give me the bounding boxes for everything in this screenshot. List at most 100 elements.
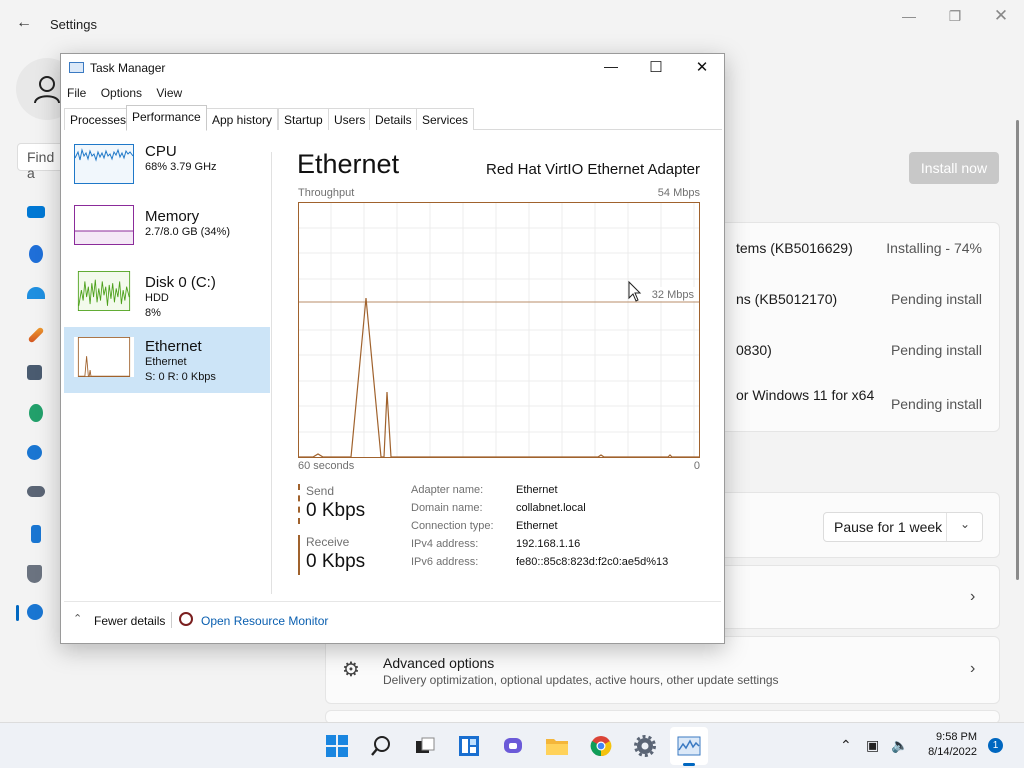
mid-scale-label: 32 Mbps bbox=[652, 289, 695, 301]
file-explorer-icon[interactable] bbox=[545, 734, 569, 758]
pause-updates-dropdown[interactable]: Pause for 1 week ⌄ bbox=[823, 512, 983, 542]
restore-icon[interactable]: ❐ bbox=[945, 8, 965, 25]
maximize-icon[interactable]: ☐ bbox=[641, 58, 671, 76]
clock[interactable]: 9:58 PM 8/14/2022 bbox=[928, 730, 977, 760]
receive-value: 0 Kbps bbox=[306, 551, 366, 572]
pause-updates-label: Pause for 1 week bbox=[834, 519, 943, 535]
perf-item-memory[interactable]: Memory 2.7/8.0 GB (34%) bbox=[64, 192, 270, 258]
gaming-icon[interactable] bbox=[27, 486, 45, 497]
perf-item-name: CPU bbox=[145, 143, 177, 160]
scrollbar[interactable] bbox=[1016, 120, 1019, 580]
throughput-label: Throughput bbox=[298, 187, 355, 199]
nav-active-indicator bbox=[16, 605, 19, 621]
perf-item-cpu[interactable]: CPU 68% 3.79 GHz bbox=[64, 126, 270, 192]
time-language-icon[interactable] bbox=[27, 445, 42, 460]
volume-icon[interactable]: 🔈 bbox=[891, 737, 908, 754]
back-arrow-icon[interactable]: ← bbox=[16, 14, 32, 32]
info-key: Adapter name: bbox=[411, 484, 484, 496]
perf-item-detail: S: 0 R: 0 Kbps bbox=[145, 371, 216, 383]
update-name: 0830) bbox=[736, 342, 772, 358]
throughput-graph: 32 Mbps bbox=[298, 202, 700, 458]
network-status-icon[interactable]: ▣ bbox=[866, 737, 879, 754]
open-resource-monitor-link[interactable]: Open Resource Monitor bbox=[201, 614, 328, 628]
chat-icon[interactable] bbox=[501, 734, 525, 758]
notification-badge[interactable]: 1 bbox=[988, 738, 1003, 753]
adapter-description: Red Hat VirtIO Ethernet Adapter bbox=[485, 161, 700, 178]
info-key: Connection type: bbox=[411, 520, 494, 532]
info-value: Ethernet bbox=[516, 520, 558, 532]
receive-indicator bbox=[298, 535, 300, 575]
user-icon bbox=[34, 76, 60, 104]
receive-label: Receive bbox=[306, 535, 350, 549]
accounts-icon[interactable] bbox=[29, 404, 43, 422]
update-history-card[interactable] bbox=[700, 565, 1000, 629]
send-stat: Send 0 Kbps bbox=[298, 484, 398, 524]
info-value: 192.168.1.16 bbox=[516, 538, 581, 550]
personalization-icon[interactable] bbox=[27, 326, 45, 344]
receive-stat: Receive 0 Kbps bbox=[298, 535, 398, 575]
chevron-up-icon[interactable]: ⌃ bbox=[840, 737, 852, 754]
install-now-button[interactable]: Install now bbox=[909, 152, 999, 184]
close-icon[interactable]: ✕ bbox=[991, 6, 1011, 26]
network-icon[interactable] bbox=[27, 287, 45, 299]
widgets-icon[interactable] bbox=[457, 734, 481, 758]
menu-options[interactable]: Options bbox=[101, 86, 142, 100]
perf-item-detail: 68% 3.79 GHz bbox=[145, 161, 217, 173]
gears-icon: ⚙ bbox=[342, 659, 360, 681]
perf-item-ethernet[interactable]: Ethernet Ethernet S: 0 R: 0 Kbps bbox=[64, 327, 270, 393]
tab-users[interactable]: Users bbox=[328, 108, 372, 130]
menu-file[interactable]: File bbox=[67, 86, 86, 100]
minimize-icon[interactable]: — bbox=[899, 8, 919, 24]
chevron-up-icon[interactable]: ⌃ bbox=[73, 612, 82, 625]
detail-title: Ethernet bbox=[297, 149, 400, 179]
clock-time: 9:58 PM bbox=[936, 731, 977, 743]
footer-divider bbox=[64, 601, 721, 602]
info-value: collabnet.local bbox=[516, 502, 586, 514]
panel-divider bbox=[271, 152, 272, 594]
search-icon[interactable] bbox=[369, 734, 393, 758]
advanced-options-subtitle: Delivery optimization, optional updates,… bbox=[383, 673, 779, 687]
advanced-options-title: Advanced options bbox=[383, 655, 495, 671]
tab-performance[interactable]: Performance bbox=[126, 105, 207, 131]
update-status: Installing - 74% bbox=[886, 240, 982, 256]
perf-item-disk[interactable]: Disk 0 (C:) HDD 8% bbox=[64, 258, 270, 324]
task-manager-title: Task Manager bbox=[90, 61, 166, 75]
accessibility-icon[interactable] bbox=[31, 525, 41, 543]
windows-update-icon[interactable] bbox=[27, 604, 43, 620]
start-icon[interactable] bbox=[325, 734, 349, 758]
footer-separator bbox=[171, 612, 172, 628]
chrome-icon[interactable] bbox=[589, 734, 613, 758]
perf-item-name: Disk 0 (C:) bbox=[145, 274, 216, 291]
update-status: Pending install bbox=[890, 396, 982, 412]
privacy-shield-icon[interactable] bbox=[27, 565, 42, 583]
resource-monitor-icon[interactable] bbox=[179, 612, 193, 626]
settings-gear-icon[interactable] bbox=[633, 734, 657, 758]
info-value: fe80::85c8:823d:f2c0:ae5d%13 bbox=[516, 556, 669, 568]
send-value: 0 Kbps bbox=[306, 500, 366, 521]
update-status: Pending install bbox=[890, 291, 982, 307]
menu-view[interactable]: View bbox=[156, 86, 182, 100]
perf-item-name: Ethernet bbox=[145, 338, 202, 355]
tab-details[interactable]: Details bbox=[369, 108, 418, 130]
disk-thumbnail bbox=[74, 271, 134, 311]
tab-strip: Processes Performance App history Startu… bbox=[64, 105, 722, 131]
graph-time-left: 60 seconds bbox=[298, 460, 355, 472]
close-icon[interactable]: ✕ bbox=[687, 58, 717, 76]
settings-title: Settings bbox=[50, 17, 97, 32]
send-indicator bbox=[298, 484, 300, 524]
minimize-icon[interactable]: — bbox=[596, 58, 626, 74]
task-manager-taskbar-icon[interactable] bbox=[677, 734, 701, 758]
fewer-details-link[interactable]: Fewer details bbox=[94, 614, 165, 628]
tab-startup[interactable]: Startup bbox=[278, 108, 329, 130]
info-key: IPv4 address: bbox=[411, 538, 479, 550]
bluetooth-icon[interactable] bbox=[29, 245, 43, 263]
system-icon[interactable] bbox=[27, 206, 45, 218]
memory-thumbnail bbox=[74, 205, 134, 245]
apps-icon[interactable] bbox=[27, 365, 42, 380]
info-key: IPv6 address: bbox=[411, 556, 479, 568]
perf-item-name: Memory bbox=[145, 208, 200, 225]
tab-services[interactable]: Services bbox=[416, 108, 475, 130]
menu-bar: File Options View bbox=[67, 86, 193, 100]
update-status: Pending install bbox=[890, 342, 982, 358]
task-view-icon[interactable] bbox=[413, 734, 437, 758]
